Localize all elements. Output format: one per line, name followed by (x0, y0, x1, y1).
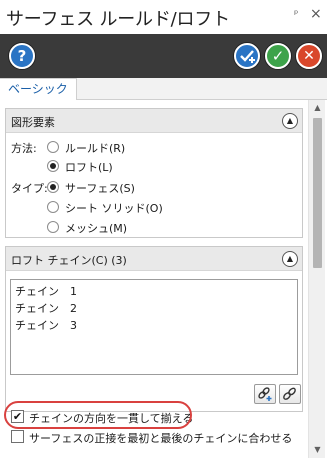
radio-loft[interactable] (47, 160, 59, 172)
cancel-button[interactable]: ✕ (296, 43, 322, 69)
window-title: サーフェス ルールド/ロフト (6, 9, 230, 30)
radio-ruled[interactable] (47, 141, 59, 153)
radio-sheet-solid-label[interactable]: シート ソリッド(O) (65, 200, 163, 216)
radio-loft-label[interactable]: ロフト(L) (65, 159, 113, 175)
help-button[interactable]: ? (9, 43, 35, 69)
tab-strip: ベーシック (0, 78, 327, 100)
highlight-annotation (4, 401, 192, 429)
pin-icon[interactable]: ᵖ (294, 9, 298, 20)
chain-group: ロフト チェイン(C) (3) ▲ チェイン 1 チェイン 2 チェイン 3 (5, 246, 303, 412)
apply-button[interactable] (234, 43, 260, 69)
radio-sheet-solid[interactable] (47, 201, 59, 213)
chain-group-header[interactable]: ロフト チェイン(C) (3) ▲ (6, 247, 302, 271)
list-item[interactable]: チェイン 1 (15, 283, 77, 299)
toolbar: ? ✓ ✕ (0, 34, 327, 78)
tab-basic[interactable]: ベーシック (0, 78, 77, 100)
collapse-up-icon[interactable]: ▲ (282, 251, 298, 267)
edit-chain-button[interactable] (279, 384, 301, 404)
scroll-up-icon[interactable]: ▲ (309, 101, 326, 115)
chain-list[interactable]: チェイン 1 チェイン 2 チェイン 3 (10, 279, 298, 375)
title-bar: サーフェス ルールド/ロフト ᵖ × (0, 0, 327, 34)
method-label: 方法: (11, 142, 37, 155)
shape-group-header[interactable]: 図形要素 ▲ (6, 109, 302, 133)
chain-add-icon (258, 387, 272, 401)
close-icon[interactable]: × (310, 6, 322, 22)
scroll-thumb[interactable] (313, 118, 322, 268)
chain-group-title: ロフト チェイン(C) (3) (11, 254, 127, 267)
radio-surface-label[interactable]: サーフェス(S) (65, 180, 135, 196)
tangent-match-label[interactable]: サーフェスの正接を最初と最後のチェインに合わせる (29, 430, 292, 446)
collapse-up-icon[interactable]: ▲ (282, 113, 298, 129)
radio-mesh[interactable] (47, 221, 59, 233)
shape-group: 図形要素 ▲ 方法: ルールド(R) ロフト(L) タイプ: サーフェス(S) … (5, 108, 303, 238)
vertical-scrollbar[interactable]: ▲ ▼ (308, 100, 325, 458)
list-item[interactable]: チェイン 3 (15, 317, 77, 333)
radio-mesh-label[interactable]: メッシュ(M) (65, 220, 127, 236)
shape-group-title: 図形要素 (11, 116, 55, 129)
add-chain-button[interactable] (254, 384, 276, 404)
chain-icon (283, 387, 296, 400)
list-item[interactable]: チェイン 2 (15, 300, 77, 316)
tangent-match-checkbox[interactable] (11, 430, 24, 443)
radio-surface[interactable] (47, 181, 59, 193)
ok-button[interactable]: ✓ (265, 43, 291, 69)
radio-ruled-label[interactable]: ルールド(R) (65, 140, 125, 156)
ok-plus-icon (240, 50, 255, 63)
scroll-down-icon[interactable]: ▼ (309, 443, 326, 457)
type-label: タイプ: (11, 182, 48, 195)
